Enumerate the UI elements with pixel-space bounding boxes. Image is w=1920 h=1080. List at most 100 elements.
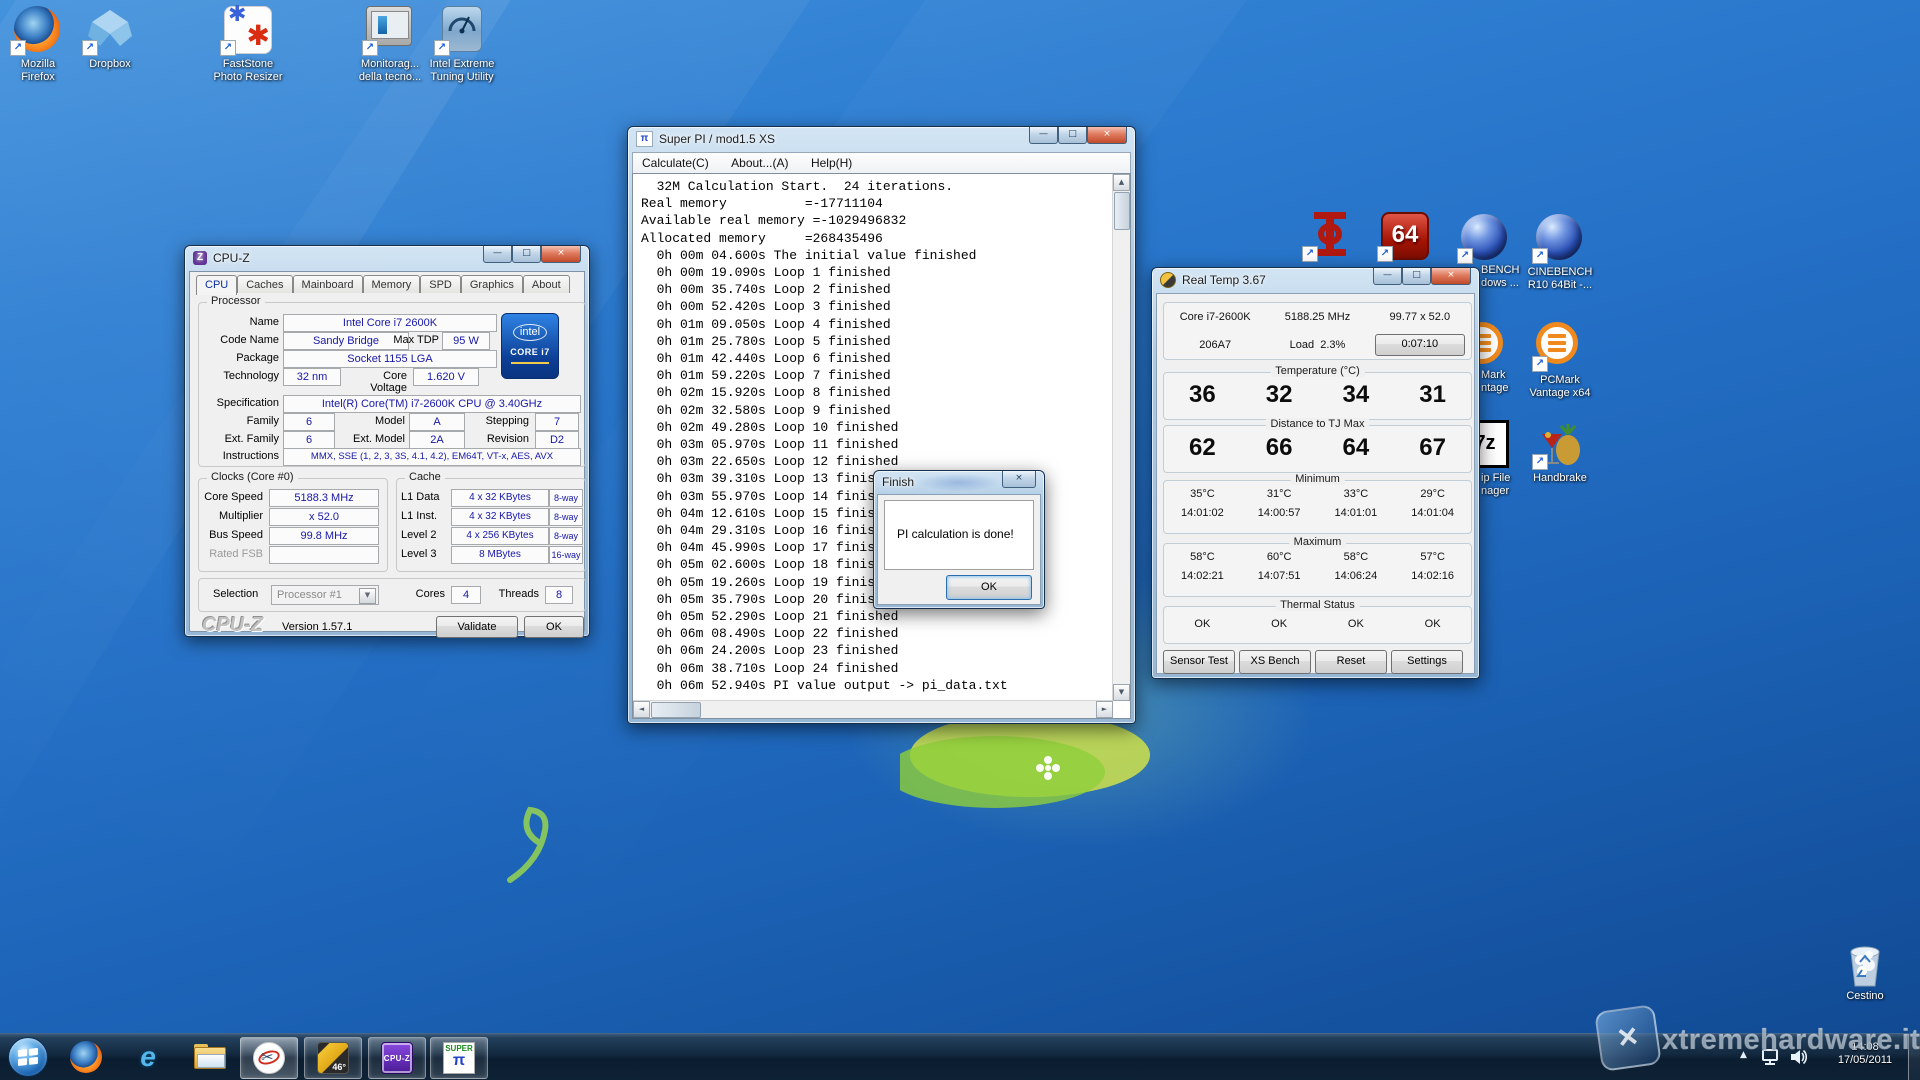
multiplier-field: x 52.0 [269,508,379,526]
h-scroll-thumb[interactable] [651,702,701,718]
min-temp: 31°C [1241,488,1318,500]
desktop-icon-pcmark-vantage[interactable]: ↗ PCMark Vantage x64 [1510,322,1610,400]
desktop-icon-handbrake[interactable]: ↗ Handbrake [1510,420,1610,485]
icon-label: CINEBENCH R10 64Bit -... [1510,266,1610,292]
maximize-icon[interactable]: □ [1402,268,1431,285]
family-field: 6 [283,413,335,431]
group-caption: Cache [405,471,445,483]
show-desktop-button[interactable] [1908,1034,1920,1080]
desktop-icon-faststone[interactable]: ✱ ✱ ↗ FastStone Photo Resizer [198,6,298,84]
cpuz-clocks-group: Clocks (Core #0) Core Speed 5188.3 MHz M… [198,478,388,572]
scroll-right-icon[interactable]: ► [1096,701,1113,718]
cpu-name-field: Intel Core i7 2600K [283,314,497,332]
finish-ok-button[interactable]: OK [946,575,1032,600]
superpi-title: Super PI / mod1.5 XS [659,132,775,146]
finish-message: PI calculation is done! [897,527,1014,541]
menu-about[interactable]: About...(A) [722,153,797,173]
icon-label: FastStone Photo Resizer [198,58,298,84]
settings-button[interactable]: Settings [1391,650,1463,674]
core1-tjmax: 66 [1241,434,1318,462]
desktop-wallpaper: ↗ Mozilla Firefox ↗ Dropbox ✱ ✱ ↗ FastSt… [0,0,1920,1080]
desktop-icon-cinebench-r10[interactable]: ↗ CINEBENCH R10 64Bit -... [1510,214,1610,292]
close-icon[interactable]: × [1431,268,1471,285]
minimize-icon[interactable]: — [483,246,512,263]
taskbar-snipping-tool-button[interactable]: ✂ [240,1037,298,1079]
shortcut-arrow-icon: ↗ [434,40,450,56]
ok-button[interactable]: OK [524,616,584,638]
processor-select[interactable]: Processor #1 ▼ [271,585,379,605]
taskbar-cpuz-button[interactable]: CPU-Z [368,1037,426,1079]
desktop-icon-dropbox[interactable]: ↗ Dropbox [60,6,160,71]
max-temp: 58°C [1318,551,1395,563]
core0-temp: 36 [1164,381,1241,409]
realtemp-tjmax-group: Distance to TJ Max 62 66 64 67 [1163,425,1472,473]
tab-mainboard[interactable]: Mainboard [293,275,363,293]
xs-bench-button[interactable]: XS Bench [1239,650,1311,674]
shortcut-arrow-icon: ↗ [1532,248,1548,264]
cpuz-processor-group: Processor Name Intel Core i7 2600K intel… [198,302,586,467]
tab-cpu[interactable]: CPU [196,275,237,295]
cores-field: 4 [451,586,481,604]
desktop-icon-recycle-bin[interactable]: Cestino [1815,938,1915,1003]
maximize-icon[interactable]: □ [512,246,541,263]
tab-caches[interactable]: Caches [237,275,292,293]
core2-temp: 34 [1318,381,1395,409]
minimize-icon[interactable]: — [1029,127,1058,144]
desktop-icon-intel-xtu[interactable]: ↗ Intel Extreme Tuning Utility [412,6,512,84]
taskbar-explorer-icon[interactable] [194,1041,226,1073]
taskbar-temp-monitor-button[interactable]: 46° [304,1037,362,1079]
tray-clock[interactable]: 14:08 17/05/2011 [1822,1041,1908,1067]
finish-message-panel: PI calculation is done! [884,500,1034,570]
validate-button[interactable]: Validate [436,616,518,638]
icon-label-3dmark: Mark ntage [1481,369,1509,395]
cpu-model: Core i7-2600K [1164,311,1266,323]
cpuz-taskbar-icon: CPU-Z [384,1054,410,1063]
scroll-left-icon[interactable]: ◄ [633,701,650,718]
close-icon[interactable]: × [1002,471,1036,488]
tab-memory[interactable]: Memory [363,275,421,293]
recycle-bin-icon [1841,938,1889,990]
sensor-test-button[interactable]: Sensor Test [1163,650,1235,674]
close-icon[interactable]: × [1087,127,1127,144]
start-button[interactable] [8,1037,48,1077]
group-caption: Minimum [1290,473,1345,485]
max-time: 14:02:21 [1164,570,1241,582]
icon-label: Intel Extreme Tuning Utility [412,58,512,84]
scroll-down-icon[interactable]: ▼ [1113,684,1130,701]
v-scrollbar[interactable]: ▲ ▼ [1112,174,1130,701]
v-scroll-thumb[interactable] [1114,192,1130,230]
scroll-up-icon[interactable]: ▲ [1113,174,1130,191]
taskbar-firefox-icon[interactable] [70,1041,102,1073]
reset-button[interactable]: Reset [1315,650,1387,674]
realtemp-minimum-group: Minimum 35°C 31°C 33°C 29°C 14:01:02 14:… [1163,480,1472,534]
shortcut-arrow-icon: ↗ [82,40,98,56]
minimize-icon[interactable]: — [1373,268,1402,285]
tray-hidden-icons-chevron[interactable]: ▲ [1740,1050,1747,1060]
taskbar-ie-icon[interactable]: e [132,1041,164,1073]
tab-spd[interactable]: SPD [420,275,461,293]
temp-badge: 46° [332,1062,346,1072]
tab-about[interactable]: About [523,275,570,293]
tab-graphics[interactable]: Graphics [461,275,523,293]
superpi-menubar: Calculate(C) About...(A) Help(H) [632,152,1131,174]
superpi-log-area[interactable]: 32M Calculation Start. 24 iterations. Re… [632,173,1131,719]
max-time: 14:07:51 [1241,570,1318,582]
cpuz-cache-group: Cache L1 Data 4 x 32 KBytes 8-way L1 Ins… [396,478,586,572]
technology-field: 32 nm [283,368,341,386]
core0-tjmax: 62 [1164,434,1241,462]
realtemp-title: Real Temp 3.67 [1182,273,1266,287]
taskbar-superpi-button[interactable]: SUPER π [430,1037,488,1079]
ext-model-field: 2A [409,431,465,449]
menu-help[interactable]: Help(H) [802,153,861,173]
instructions-field: MMX, SSE (1, 2, 3, 3S, 4.1, 4.2), EM64T,… [283,448,581,466]
tray-network-icon[interactable] [1760,1047,1782,1067]
close-icon[interactable]: × [541,246,581,263]
h-scrollbar[interactable]: ◄ ► [633,700,1113,718]
menu-calculate[interactable]: Calculate(C) [633,153,718,173]
tray-volume-icon[interactable] [1788,1047,1810,1067]
realtemp-info-panel: Core i7-2600K 5188.25 MHz 99.77 x 52.0 2… [1163,302,1472,360]
maximize-icon[interactable]: □ [1058,127,1087,144]
thermal-status: OK [1241,618,1318,630]
timer-button[interactable]: 0:07:10 [1375,334,1465,356]
realtemp-thermal-group: Thermal Status OK OK OK OK [1163,606,1472,644]
